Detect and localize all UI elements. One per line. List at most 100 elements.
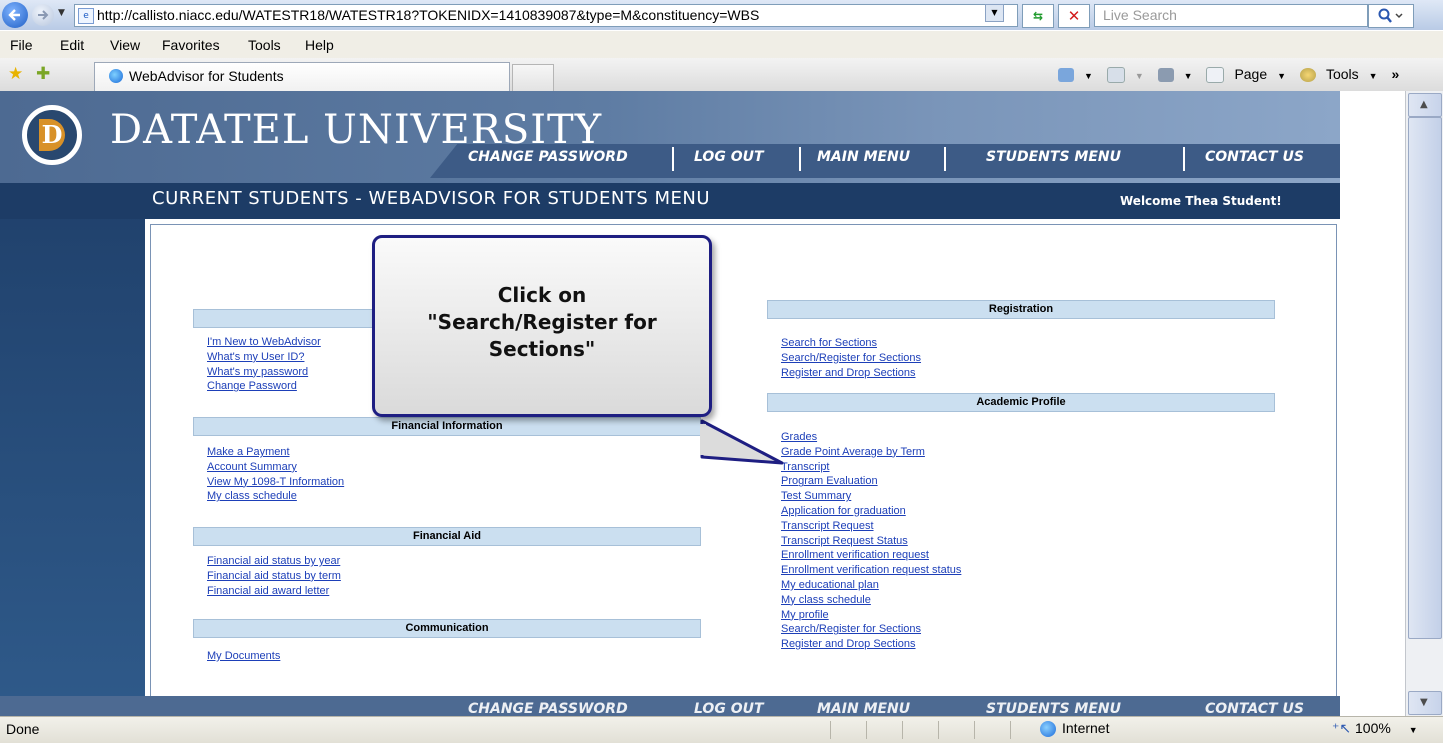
search-button[interactable] bbox=[1368, 4, 1414, 28]
add-favorite-icon[interactable]: ✚ bbox=[36, 64, 50, 84]
bottom-nav-main-menu[interactable]: MAIN MENU bbox=[817, 701, 910, 716]
link-register-drop-sections-2[interactable]: Register and Drop Sections bbox=[781, 637, 961, 652]
link-class-schedule-2[interactable]: My class schedule bbox=[781, 593, 961, 608]
status-panel bbox=[830, 721, 865, 739]
url-dropdown-button[interactable]: ▼ bbox=[985, 4, 1004, 22]
status-panel bbox=[902, 721, 937, 739]
nav-contact-us[interactable]: CONTACT US bbox=[1205, 149, 1304, 165]
link-register-drop-sections[interactable]: Register and Drop Sections bbox=[781, 366, 921, 381]
chevron-more-icon[interactable]: » bbox=[1391, 66, 1399, 82]
link-test-summary[interactable]: Test Summary bbox=[781, 489, 961, 504]
status-panel bbox=[938, 721, 973, 739]
link-search-register-sections-2[interactable]: Search/Register for Sections bbox=[781, 622, 961, 637]
university-logo: D bbox=[22, 105, 82, 165]
feeds-dropdown-icon[interactable]: ▼ bbox=[1135, 71, 1144, 81]
section-header-financial-aid: Financial Aid bbox=[193, 527, 701, 546]
link-program-evaluation[interactable]: Program Evaluation bbox=[781, 474, 961, 489]
link-list: I'm New to WebAdvisor What's my User ID?… bbox=[207, 335, 321, 394]
nav-main-menu[interactable]: MAIN MENU bbox=[817, 149, 910, 165]
refresh-button[interactable]: ⇆ bbox=[1022, 4, 1054, 28]
print-dropdown-icon[interactable]: ▼ bbox=[1184, 71, 1193, 81]
scroll-thumb[interactable] bbox=[1408, 117, 1442, 639]
bottom-nav-students-menu[interactable]: STUDENTS MENU bbox=[986, 701, 1121, 716]
history-dropdown-icon[interactable]: ▼ bbox=[58, 8, 65, 18]
link-make-payment[interactable]: Make a Payment bbox=[207, 445, 344, 460]
link-aid-status-term[interactable]: Financial aid status by term bbox=[207, 569, 341, 584]
url-input[interactable]: e http://callisto.niacc.edu/WATESTR18/WA… bbox=[74, 4, 1018, 27]
link-application-graduation[interactable]: Application for graduation bbox=[781, 504, 961, 519]
ie-page-icon bbox=[109, 69, 123, 83]
link-transcript-request-status[interactable]: Transcript Request Status bbox=[781, 534, 961, 549]
tools-dropdown-icon[interactable]: ▼ bbox=[1369, 71, 1378, 81]
link-transcript-request[interactable]: Transcript Request bbox=[781, 519, 961, 534]
link-new-to-webadvisor[interactable]: I'm New to WebAdvisor bbox=[207, 335, 321, 350]
tools-menu[interactable]: Tools bbox=[1326, 66, 1359, 82]
callout-text: Click on "Search/Register for Sections" bbox=[375, 282, 709, 363]
menu-bar: File Edit View Favorites Tools Help bbox=[0, 30, 1443, 59]
link-account-summary[interactable]: Account Summary bbox=[207, 460, 344, 475]
feeds-icon[interactable] bbox=[1106, 67, 1125, 84]
menu-favorites[interactable]: Favorites bbox=[162, 37, 220, 53]
link-user-id[interactable]: What's my User ID? bbox=[207, 350, 321, 365]
stop-icon: ✕ bbox=[1067, 7, 1081, 25]
status-text: Done bbox=[6, 721, 40, 737]
link-educational-plan[interactable]: My educational plan bbox=[781, 578, 961, 593]
link-change-password[interactable]: Change Password bbox=[207, 379, 321, 394]
scroll-up-icon: ▲ bbox=[1420, 99, 1428, 110]
search-input[interactable]: Live Search bbox=[1094, 4, 1368, 27]
link-aid-status-year[interactable]: Financial aid status by year bbox=[207, 554, 341, 569]
favorites-star-icon[interactable]: ★ bbox=[8, 64, 23, 84]
callout-line-1: Click on bbox=[497, 283, 587, 307]
link-grades[interactable]: Grades bbox=[781, 430, 961, 445]
link-transcript[interactable]: Transcript bbox=[781, 460, 961, 475]
link-search-register-sections[interactable]: Search/Register for Sections bbox=[781, 351, 921, 366]
forward-button[interactable] bbox=[32, 4, 54, 26]
new-tab-button[interactable] bbox=[512, 64, 554, 92]
globe-icon bbox=[1040, 721, 1056, 738]
home-icon[interactable] bbox=[1058, 68, 1074, 83]
link-my-profile[interactable]: My profile bbox=[781, 608, 961, 623]
page-dropdown-icon[interactable]: ▼ bbox=[1277, 71, 1286, 81]
link-list: Financial aid status by year Financial a… bbox=[207, 554, 341, 598]
bottom-nav-change-password[interactable]: CHANGE PASSWORD bbox=[468, 701, 628, 716]
link-class-schedule[interactable]: My class schedule bbox=[207, 489, 344, 504]
link-my-documents[interactable]: My Documents bbox=[207, 649, 280, 664]
scroll-down-button[interactable]: ▼ bbox=[1408, 691, 1442, 715]
link-search-sections[interactable]: Search for Sections bbox=[781, 336, 921, 351]
back-arrow-icon bbox=[8, 9, 20, 21]
home-dropdown-icon[interactable]: ▼ bbox=[1084, 71, 1093, 81]
zoom-dropdown-icon: ▼ bbox=[1408, 725, 1418, 735]
page-icon: e bbox=[78, 8, 94, 24]
menu-edit[interactable]: Edit bbox=[60, 37, 84, 53]
scroll-up-button[interactable]: ▲ bbox=[1408, 93, 1442, 117]
link-enrollment-verification[interactable]: Enrollment verification request bbox=[781, 548, 961, 563]
page-menu[interactable]: Page bbox=[1234, 66, 1267, 82]
menu-help[interactable]: Help bbox=[305, 37, 334, 53]
link-password[interactable]: What's my password bbox=[207, 365, 321, 380]
welcome-message: Welcome Thea Student! bbox=[1120, 194, 1282, 208]
nav-log-out[interactable]: LOG OUT bbox=[694, 149, 764, 165]
status-bar: Done Internet ⁺↖ 100% ▼ bbox=[0, 716, 1443, 743]
vertical-scrollbar[interactable]: ▲ ▼ bbox=[1405, 91, 1443, 716]
stop-button[interactable]: ✕ bbox=[1058, 4, 1090, 28]
search-icon bbox=[1378, 8, 1403, 23]
link-1098t[interactable]: View My 1098-T Information bbox=[207, 475, 344, 490]
nav-change-password[interactable]: CHANGE PASSWORD bbox=[468, 149, 628, 165]
menu-tools[interactable]: Tools bbox=[248, 37, 281, 53]
zoom-control[interactable]: ⁺↖ 100% ▼ bbox=[1332, 720, 1418, 737]
bottom-nav-log-out[interactable]: LOG OUT bbox=[694, 701, 764, 716]
menu-file[interactable]: File bbox=[10, 37, 33, 53]
link-aid-award-letter[interactable]: Financial aid award letter bbox=[207, 584, 341, 599]
callout-line-2: "Search/Register for bbox=[427, 310, 657, 334]
link-gpa-by-term[interactable]: Grade Point Average by Term bbox=[781, 445, 961, 460]
tools-gear-icon bbox=[1299, 68, 1316, 83]
section-header-registration: Registration bbox=[767, 300, 1275, 319]
zoom-icon: ⁺↖ bbox=[1332, 720, 1352, 736]
menu-view[interactable]: View bbox=[110, 37, 140, 53]
tab-webadvisor[interactable]: WebAdvisor for Students bbox=[94, 62, 510, 91]
back-button[interactable] bbox=[2, 2, 28, 28]
print-icon[interactable] bbox=[1157, 68, 1174, 83]
nav-students-menu[interactable]: STUDENTS MENU bbox=[986, 149, 1121, 165]
link-enrollment-verification-status[interactable]: Enrollment verification request status bbox=[781, 563, 961, 578]
bottom-nav-contact-us[interactable]: CONTACT US bbox=[1205, 701, 1304, 716]
